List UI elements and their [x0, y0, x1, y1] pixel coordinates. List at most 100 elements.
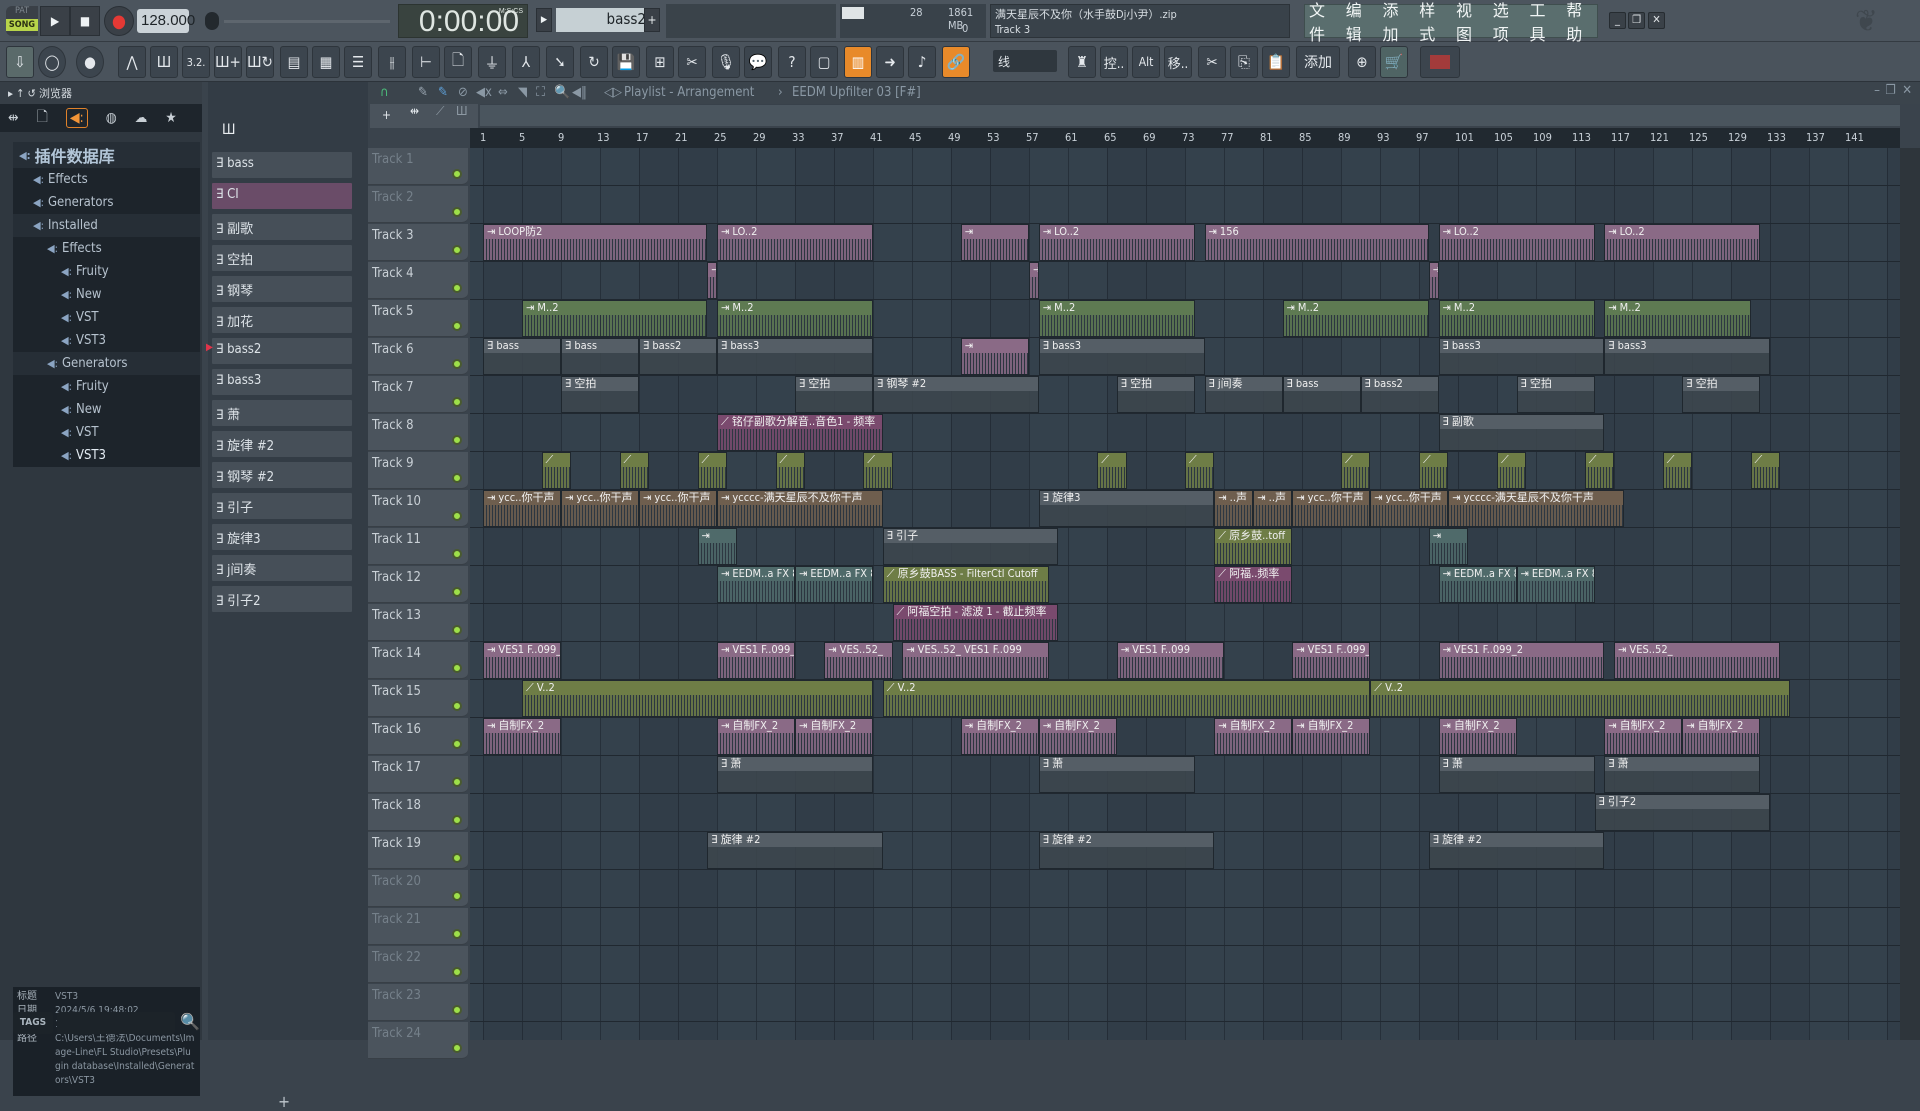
playlist-clip[interactable]: ∃ bass2 — [639, 338, 717, 375]
playlist-clip[interactable]: ⇥ VES1 F..099 — [1116, 642, 1224, 679]
piano-roll-icon[interactable]: ▦ — [312, 46, 340, 78]
playlist-clip[interactable]: ⇥ EEDM..a FX 8 — [1438, 566, 1517, 603]
audio-filter-icon[interactable]: ⇹ — [410, 104, 419, 118]
track-header[interactable]: Track 3 — [368, 224, 468, 261]
playlist-clip[interactable]: ∃ 旋律 #2 — [1038, 832, 1215, 869]
menu-file[interactable]: 文件 — [1309, 0, 1340, 45]
track-mute-led[interactable] — [452, 207, 462, 217]
playlist-close-icon[interactable]: ✕ — [1902, 83, 1912, 98]
play-button[interactable]: ▶ — [40, 6, 70, 36]
pattern-item[interactable]: ∃ 钢琴 — [212, 276, 352, 302]
add-track-icon[interactable]: + — [382, 108, 391, 122]
playlist-clip[interactable]: ⟋ 原乡鼓BASS - FilterCtl Cutoff — [882, 566, 1049, 603]
automation-filter-icon[interactable]: ⟋ — [436, 104, 444, 119]
playlist-clip[interactable]: ⇥ — [960, 338, 1029, 375]
tab-cloud-icon[interactable]: ☁ — [135, 110, 148, 126]
playlist-clip[interactable]: ∃ bass — [1282, 376, 1361, 413]
playlist-clip[interactable]: ⇥ M..2 — [1604, 300, 1751, 337]
tree-item-fruity[interactable]: ◀: Fruity — [13, 260, 200, 283]
paste-icon[interactable]: 📋 — [1262, 46, 1290, 78]
pattern-item[interactable]: ∃ 引子 — [212, 493, 352, 519]
paint-icon[interactable]: ✎ — [438, 85, 448, 100]
metronome-icon[interactable]: ⋀ — [118, 46, 146, 78]
track-mute-led[interactable] — [452, 815, 462, 825]
controls-button[interactable]: 控.. — [1100, 46, 1128, 78]
playlist-clip[interactable]: ⇥ LO..2 — [1604, 224, 1761, 261]
chat-icon[interactable]: 💬 — [744, 46, 772, 78]
playlist-clip[interactable]: ⟋ — [619, 452, 649, 489]
pencil-icon[interactable]: ✎ — [418, 85, 428, 100]
tempo-display[interactable]: 128.000 — [137, 9, 195, 33]
playlist-clip[interactable]: ∃ 旋律 #2 — [1428, 832, 1605, 869]
breadcrumb-pattern[interactable]: EEDM Upfilter 03 [F#] — [792, 85, 921, 100]
track-header[interactable]: Track 23 — [368, 984, 468, 1021]
add-pattern-button[interactable]: + — [644, 8, 660, 32]
pattern-item[interactable]: ∃ 旋律 #2 — [212, 431, 352, 457]
playlist-clip[interactable]: ∃ 旋律 #2 — [707, 832, 883, 869]
playlist-clip[interactable]: ⟋ — [1662, 452, 1692, 489]
track-header[interactable]: Track 9 — [368, 452, 468, 489]
playlist-clip[interactable]: ∃ j间奏 — [1204, 376, 1283, 413]
playlist-grid[interactable]: ⇥ LOOP防2 ⇥ LO..2 ⇥ ⇥ LO..2 ⇥ 156 ⇥ LO..2 ⇥ LO… — [470, 148, 1900, 1040]
tab-favorites-icon[interactable]: ★ — [165, 110, 176, 126]
main-pitch-knob[interactable]: ● — [76, 46, 104, 78]
tree-item-vst3[interactable]: ◀: VST3 — [13, 329, 200, 352]
shop-icon[interactable]: 🛒 — [1380, 46, 1408, 78]
playlist-clip[interactable]: ∃ 旋律3 — [1038, 490, 1215, 527]
playlist-clip[interactable]: ⇥ LOOP防2 — [483, 224, 708, 261]
track-header[interactable]: Track 10 — [368, 490, 468, 527]
menu-view[interactable]: 视图 — [1456, 0, 1487, 45]
track-header[interactable]: Track 13 — [368, 604, 468, 641]
playlist-clip[interactable]: ⟋ 阿福..频率 — [1214, 566, 1293, 603]
playlist-clip[interactable]: ⇥ ..声 — [1214, 490, 1254, 527]
playlist-clip[interactable]: ⇥ 自制FX_2 — [1292, 718, 1371, 755]
playlist-clip[interactable]: ⇥ 自制FX_2 — [1682, 718, 1761, 755]
tree-item-installed[interactable]: ◀: Installed — [13, 214, 200, 237]
playlist-clip[interactable]: ⇥ M..2 — [717, 300, 873, 337]
countdown-icon[interactable]: 3.2. — [182, 46, 210, 78]
playlist-clip[interactable]: ⇥ M..2 — [1438, 300, 1595, 337]
playlist-clip[interactable]: ⟋ — [697, 452, 727, 489]
playlist-clip[interactable]: ⇥ 自制FX_2 — [717, 718, 795, 755]
pattern-item[interactable]: ∃ 旋律3 — [212, 524, 352, 550]
magnet-icon[interactable]: ∩ — [380, 85, 389, 100]
tags-search-input[interactable] — [57, 1012, 175, 1034]
tab-files-icon[interactable]: 🗋 — [37, 106, 48, 130]
tree-item-插件数据库[interactable]: ◀: 插件数据库 — [13, 142, 200, 168]
pattern-item[interactable]: ∃ bass3 — [212, 369, 352, 395]
playlist-clip[interactable]: ⇥ VES..52_ — [1614, 642, 1780, 679]
arrow-right-icon[interactable]: ➜ — [876, 46, 904, 78]
playlist-clip[interactable]: ⇥ — [1029, 262, 1039, 299]
playlist-clip[interactable]: ⇥ VES1 F..099_2 — [1292, 642, 1371, 679]
playlist-clip[interactable]: ∃ bass2 — [1360, 376, 1439, 413]
playlist-clip[interactable]: ⇥ ycccc-满天星辰不及你干声 — [717, 490, 883, 527]
playlist-clip[interactable]: ⇥ VES1 F..099_2 — [717, 642, 795, 679]
pat-song-toggle[interactable]: PAT SONG — [6, 6, 38, 36]
playlist-clip[interactable]: ⇥ 自制FX_2 — [795, 718, 873, 755]
playlist-clip[interactable]: ⇥ LO..2 — [1438, 224, 1595, 261]
playlist-clip[interactable]: ∃ 萧 — [1038, 756, 1195, 793]
playlist-minimize-icon[interactable]: – — [1874, 83, 1880, 98]
playlist-clip[interactable]: ⟋ — [1341, 452, 1371, 489]
track-header[interactable]: Track 5 — [368, 300, 468, 337]
menu-tools[interactable]: 工具 — [1530, 0, 1561, 45]
pattern-filter-icon[interactable]: Ш — [456, 104, 468, 118]
playlist-clip[interactable]: ⇥ VES..52_ — [824, 642, 893, 679]
wait-for-input-icon[interactable]: Ш — [150, 46, 178, 78]
menu-edit[interactable]: 编辑 — [1346, 0, 1377, 45]
snap-selector[interactable]: 线 — [993, 50, 1057, 72]
playlist-clip[interactable]: ∃ 钢琴 #2 — [873, 376, 1039, 413]
help-icon[interactable]: ? — [778, 46, 806, 78]
track-header[interactable]: Track 4 — [368, 262, 468, 299]
playlist-clip[interactable]: ⇥ EEDM..a FX 8 — [795, 566, 873, 603]
playlist-clip[interactable]: ⇥ VES1 F..099_2 — [483, 642, 561, 679]
track-header[interactable]: Track 17 — [368, 756, 468, 793]
tab-all-icon[interactable]: ⇹ — [8, 110, 19, 126]
menu-options[interactable]: 选项 — [1493, 0, 1524, 45]
playlist-clip[interactable]: ⇥ EEDM..a FX 8 — [717, 566, 795, 603]
track-mute-led[interactable] — [452, 549, 462, 559]
browser-icon[interactable]: ⊢ — [412, 46, 440, 78]
arrangement-overview[interactable] — [480, 104, 1900, 126]
loop-record-icon[interactable]: Ш↻ — [246, 46, 274, 78]
tree-item-generators[interactable]: ◀: Generators — [13, 191, 200, 214]
